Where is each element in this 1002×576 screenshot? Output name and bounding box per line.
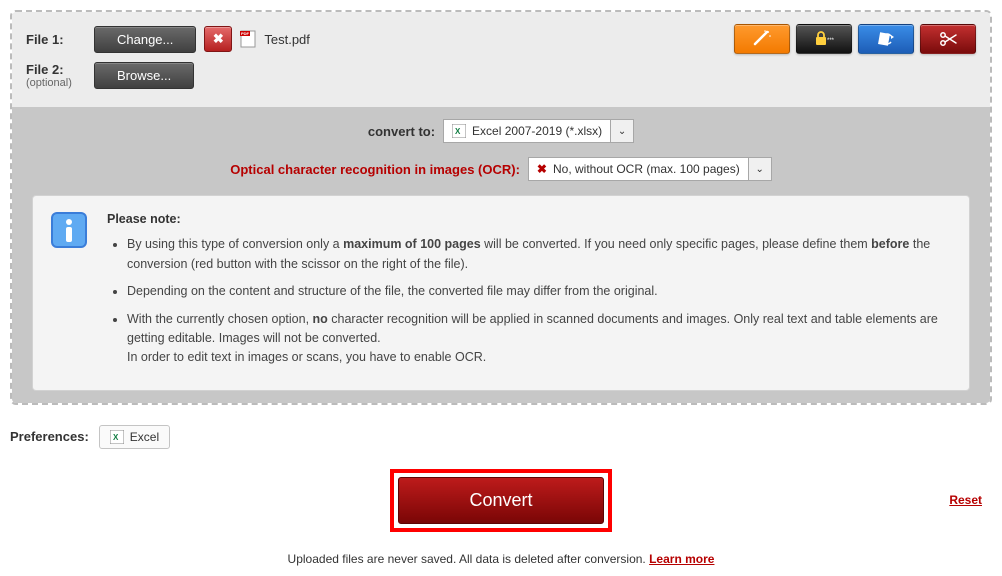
chevron-down-icon[interactable]: ⌄ bbox=[611, 119, 634, 143]
note-list: By using this type of conversion only a … bbox=[107, 235, 953, 367]
note-item: By using this type of conversion only a … bbox=[127, 235, 953, 274]
file-2-sublabel: (optional) bbox=[26, 77, 86, 89]
close-icon: ✖ bbox=[213, 31, 224, 47]
svg-text:PDF: PDF bbox=[241, 31, 250, 36]
excel-icon: X bbox=[110, 430, 124, 444]
chevron-down-icon[interactable]: ⌄ bbox=[749, 157, 772, 181]
file-section: File 1: Change... ✖ PDF Test.pdf *** bbox=[12, 12, 990, 107]
svg-text:***: *** bbox=[827, 38, 835, 44]
file-1-label: File 1: bbox=[26, 32, 86, 47]
note-title: Please note: bbox=[107, 210, 953, 229]
ocr-select[interactable]: ✖ No, without OCR (max. 100 pages) ⌄ bbox=[528, 157, 772, 181]
change-file-button[interactable]: Change... bbox=[94, 26, 196, 53]
magic-wand-icon bbox=[751, 30, 773, 48]
convert-highlight: Convert bbox=[390, 469, 611, 532]
preferences-chip[interactable]: X Excel bbox=[99, 425, 170, 449]
note-box: Please note: By using this type of conve… bbox=[32, 195, 970, 391]
scissors-icon bbox=[937, 30, 959, 48]
svg-text:X: X bbox=[113, 433, 119, 442]
note-item: With the currently chosen option, no cha… bbox=[127, 310, 953, 368]
pdf-icon: PDF bbox=[240, 30, 256, 48]
preferences-label: Preferences: bbox=[10, 429, 89, 444]
convert-to-label: convert to: bbox=[368, 124, 435, 139]
footer-note: Uploaded files are never saved. All data… bbox=[10, 552, 992, 566]
reset-link[interactable]: Reset bbox=[949, 493, 982, 507]
note-item: Depending on the content and structure o… bbox=[127, 282, 953, 301]
lock-icon: *** bbox=[812, 30, 836, 48]
close-icon: ✖ bbox=[537, 162, 547, 176]
rotate-button[interactable] bbox=[858, 24, 914, 54]
rotate-icon bbox=[875, 30, 897, 48]
upload-panel: File 1: Change... ✖ PDF Test.pdf *** bbox=[10, 10, 992, 405]
lock-button[interactable]: *** bbox=[796, 24, 852, 54]
excel-icon: X bbox=[452, 124, 466, 138]
remove-file-button[interactable]: ✖ bbox=[204, 26, 232, 52]
browse-file-button[interactable]: Browse... bbox=[94, 62, 194, 89]
learn-more-link[interactable]: Learn more bbox=[649, 552, 714, 566]
magic-wand-button[interactable] bbox=[734, 24, 790, 54]
filename: Test.pdf bbox=[264, 32, 310, 47]
convert-to-select[interactable]: X Excel 2007-2019 (*.xlsx) ⌄ bbox=[443, 119, 634, 143]
options-section: convert to: X Excel 2007-2019 (*.xlsx) ⌄… bbox=[12, 107, 990, 403]
convert-button[interactable]: Convert bbox=[398, 477, 603, 524]
ocr-label: Optical character recognition in images … bbox=[230, 162, 520, 177]
file-2-label: File 2: (optional) bbox=[26, 62, 86, 89]
svg-text:X: X bbox=[455, 127, 461, 136]
info-icon bbox=[49, 210, 89, 250]
scissors-button[interactable] bbox=[920, 24, 976, 54]
